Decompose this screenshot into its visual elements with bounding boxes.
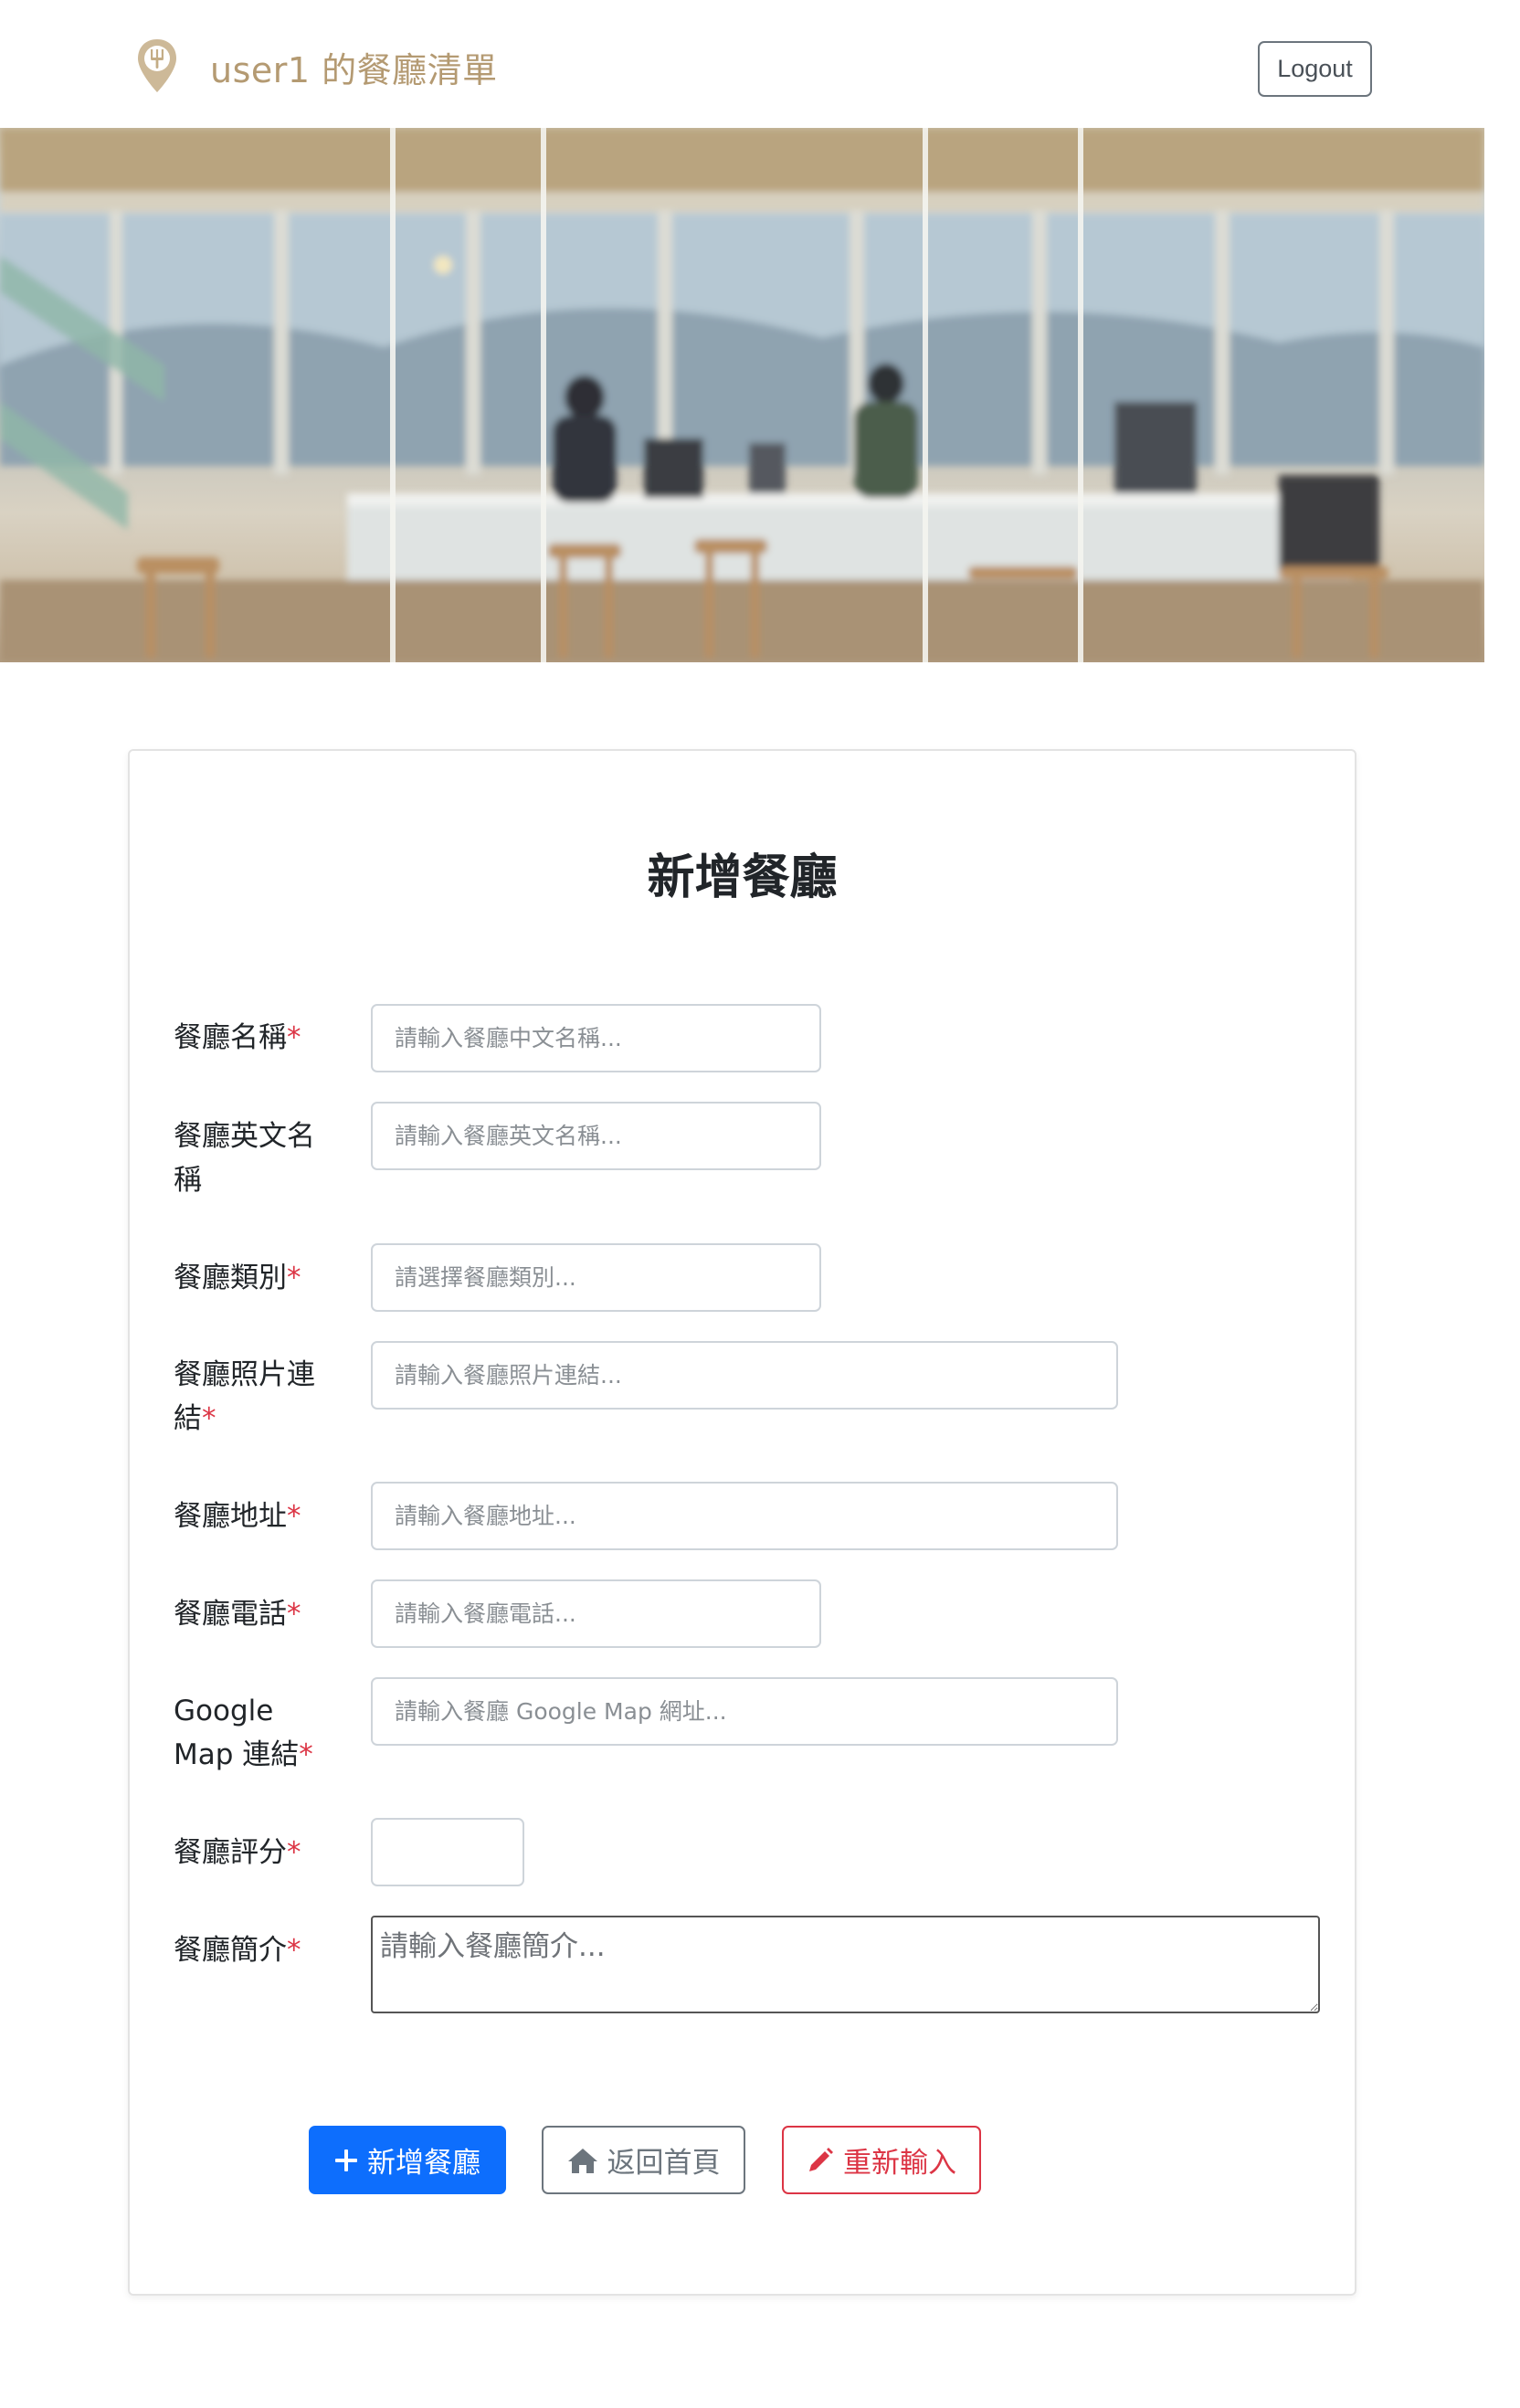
restaurant-description-textarea[interactable] [371,1916,1320,2013]
reset-button[interactable]: 重新輸入 [782,2126,981,2194]
navbar-brand[interactable]: user1 的餐廳清單 [135,35,498,99]
pin-fork-icon [138,39,176,92]
new-restaurant-card: 新增餐廳 餐廳名稱* 餐廳英文名稱 餐廳類別* 餐廳照片連結* 餐廳地址* 餐廳… [128,749,1356,2296]
back-home-label: 返回首頁 [607,2147,721,2179]
required-mark: * [287,1500,301,1533]
reset-label: 重新輸入 [843,2147,956,2179]
label-restaurant-phone: 餐廳電話* [174,1598,301,1631]
brand-title: user1 的餐廳清單 [210,49,498,90]
restaurant-phone-input[interactable] [371,1579,821,1648]
required-mark: * [202,1402,216,1435]
restaurant-address-input[interactable] [371,1482,1118,1550]
label-restaurant-description: 餐廳簡介* [174,1934,301,1967]
label-restaurant-english-name: 餐廳英文名稱 [174,1120,315,1197]
required-mark: * [287,1934,301,1967]
logout-button[interactable]: Logout [1258,41,1372,97]
label-restaurant-rating: 餐廳評分* [174,1836,301,1869]
required-mark: * [287,1262,301,1294]
restaurant-interior-image [0,128,1484,662]
pencil-icon [809,2147,833,2171]
home-icon [567,2148,597,2173]
restaurant-english-name-input[interactable] [371,1102,821,1170]
label-restaurant-name: 餐廳名稱* [174,1021,301,1054]
add-restaurant-button[interactable]: 新增餐廳 [309,2126,506,2194]
google-map-input[interactable] [371,1677,1118,1746]
required-mark: * [287,1021,301,1054]
restaurant-image-input[interactable] [371,1341,1118,1410]
label-restaurant-category: 餐廳類別* [174,1262,301,1294]
label-restaurant-address: 餐廳地址* [174,1500,301,1533]
restaurant-category-input[interactable] [371,1243,821,1312]
required-mark: * [287,1598,301,1631]
page-title: 新增餐廳 [647,850,838,905]
add-restaurant-label: 新增餐廳 [367,2147,480,2179]
required-mark: * [287,1836,301,1869]
restaurant-rating-input[interactable] [371,1818,524,1886]
banner-image [0,128,1484,662]
label-google-map: Google Map 連結* [174,1695,313,1771]
required-mark: * [299,1738,313,1771]
label-restaurant-image: 餐廳照片連結* [174,1358,315,1435]
navbar: user1 的餐廳清單 Logout [0,0,1520,128]
restaurant-name-input[interactable] [371,1004,821,1072]
plus-icon [335,2149,357,2171]
back-home-button[interactable]: 返回首頁 [542,2126,745,2194]
